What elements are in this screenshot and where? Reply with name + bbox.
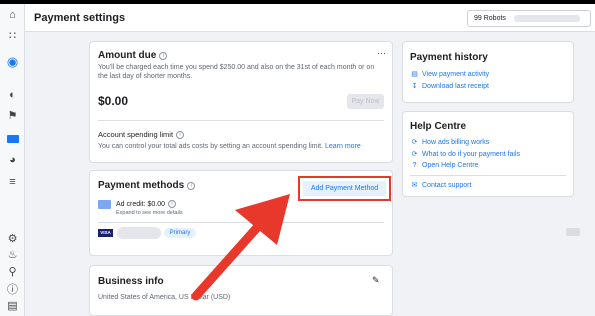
annotation-arrow-icon: [191, 194, 290, 301]
